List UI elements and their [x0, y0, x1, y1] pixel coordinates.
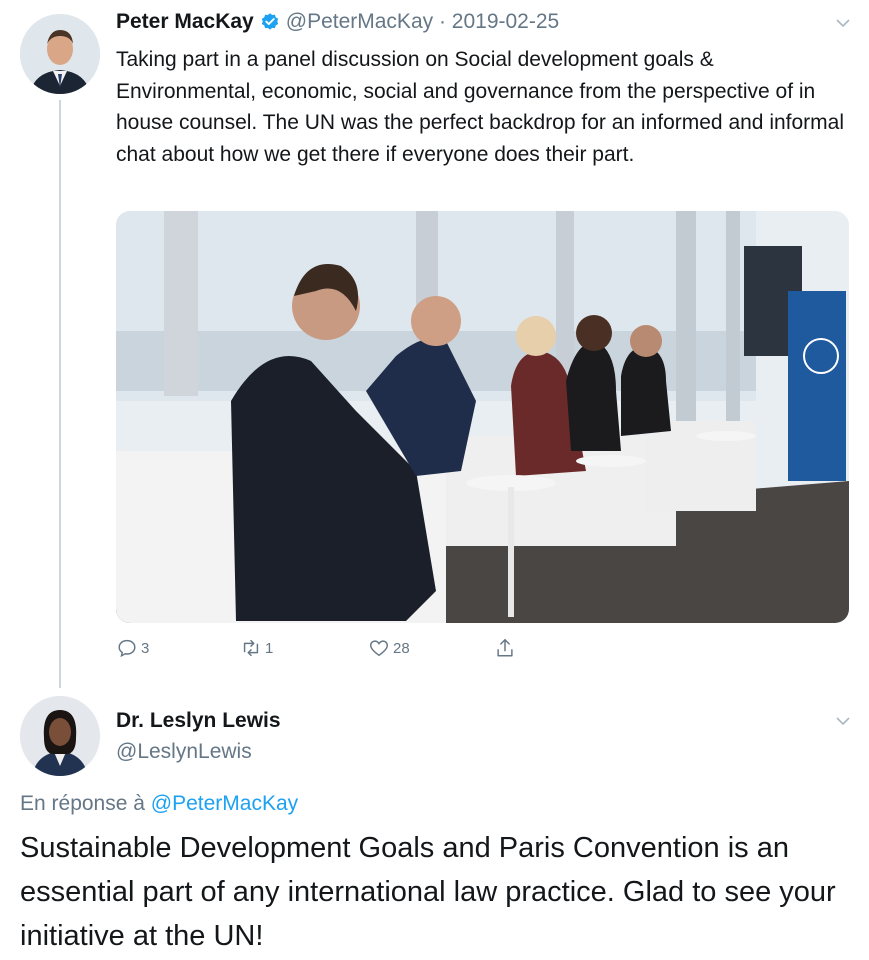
thread-line — [59, 100, 61, 688]
like-count: 28 — [393, 639, 410, 657]
reply-prefix: En réponse à — [20, 792, 145, 815]
retweet-button[interactable]: 1 — [240, 637, 273, 659]
share-icon — [497, 639, 513, 657]
author-name[interactable]: Peter MacKay — [116, 10, 254, 34]
heart-icon — [370, 640, 388, 657]
handle-and-date[interactable]: @PeterMacKay · 2019-02-25 — [286, 10, 559, 34]
reply-author-handle[interactable]: @LeslynLewis — [116, 740, 252, 764]
reply-count: 3 — [141, 639, 150, 657]
avatar-peter-mackay[interactable] — [20, 14, 100, 94]
like-button[interactable]: 28 — [368, 637, 410, 659]
reply-author-name[interactable]: Dr. Leslyn Lewis — [116, 709, 281, 733]
reply-to-link[interactable]: @PeterMacKay — [151, 792, 298, 815]
tweet-header: Peter MacKay @PeterMacKay · 2019-02-25 — [116, 10, 559, 34]
tweet-text: Taking part in a panel discussion on Soc… — [116, 48, 845, 166]
chevron-down-icon[interactable] — [834, 14, 852, 32]
chevron-down-icon[interactable] — [834, 712, 852, 730]
tweet-photo[interactable] — [116, 211, 849, 623]
retweet-count: 1 — [265, 639, 274, 657]
reply-context: En réponse à @PeterMacKay — [20, 792, 298, 816]
reply-text: Sustainable Development Goals and Paris … — [20, 832, 836, 952]
share-button[interactable] — [494, 637, 516, 659]
avatar-leslyn-lewis[interactable] — [20, 696, 100, 776]
tweet-actions: 3 1 28 — [116, 637, 536, 663]
reply-button[interactable]: 3 — [116, 637, 149, 659]
retweet-icon — [243, 639, 259, 657]
verified-badge-icon — [261, 13, 278, 30]
reply-icon — [118, 639, 136, 658]
